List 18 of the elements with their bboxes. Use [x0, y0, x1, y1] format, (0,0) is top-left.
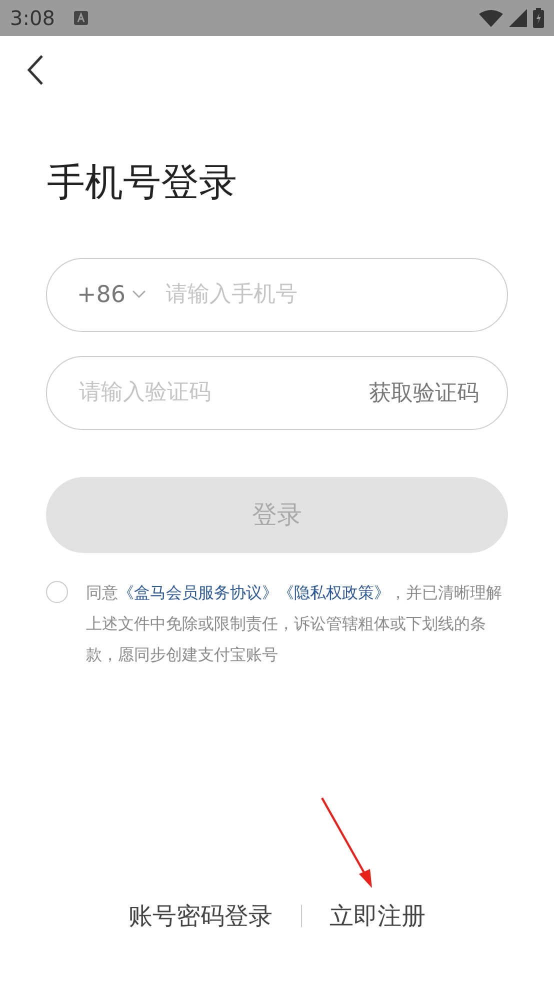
back-icon[interactable]: [26, 54, 46, 86]
code-field[interactable]: 请输入验证码 获取验证码: [46, 356, 508, 430]
caret-icon: [132, 290, 146, 300]
agreement-text: 同意《盒马会员服务协议》《隐私权政策》，并已清晰理解上述文件中免除或限制责任，诉讼管辖粗体或下划线的条款，愿同步创建支付宝账号: [86, 582, 503, 666]
get-code-button[interactable]: 获取验证码: [369, 378, 479, 408]
footer-link[interactable]: 账号密码登录: [100, 900, 300, 932]
status-time: 3:08: [10, 6, 55, 30]
country-code-select[interactable]: +86: [77, 282, 146, 308]
wifi-icon: [479, 9, 503, 27]
agreement-checkbox[interactable]: [46, 580, 68, 603]
agreement-link[interactable]: 《盒马会员服务协议》: [118, 582, 278, 602]
agreement-link[interactable]: 《隐私权政策》: [278, 582, 390, 602]
page-title: 手机号登录: [47, 160, 238, 206]
signal-icon: [509, 9, 527, 27]
phone-field[interactable]: +86 请输入手机号: [46, 258, 508, 332]
keyboard-icon: [72, 10, 89, 26]
footer-link[interactable]: 立即注册: [302, 900, 454, 932]
battery-icon: [533, 8, 544, 28]
